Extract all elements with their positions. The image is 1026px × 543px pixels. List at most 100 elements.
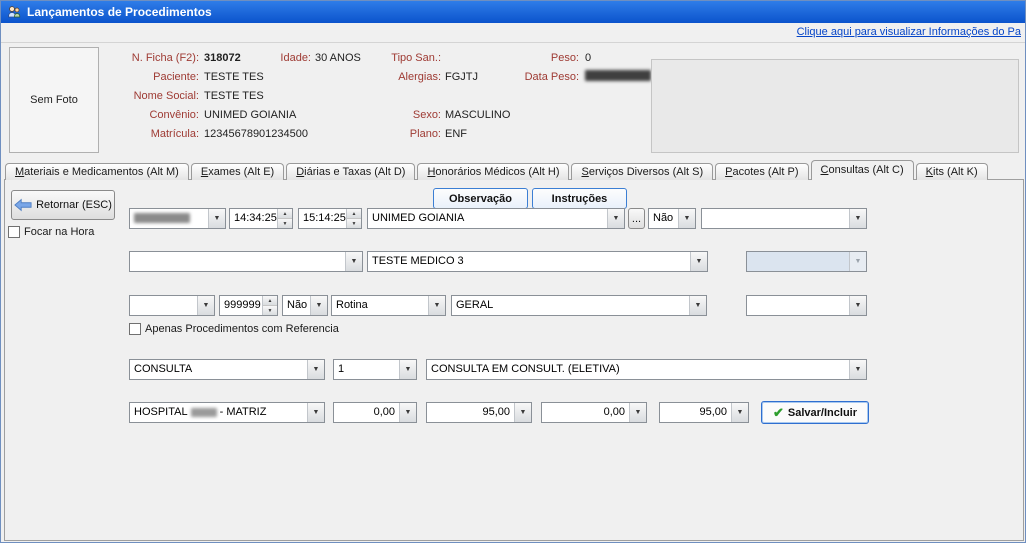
patient-weight-label: Peso: xyxy=(501,52,579,64)
dropdown-arrow-icon[interactable]: ▼ xyxy=(399,403,416,422)
spin-up-icon[interactable]: ▲ xyxy=(263,296,277,306)
dropdown-arrow-icon[interactable]: ▼ xyxy=(197,296,214,315)
observacao-button[interactable]: Observação xyxy=(433,188,528,209)
horario-esp-combo[interactable]: Não ▼ xyxy=(648,208,696,229)
procedimento-combo[interactable]: CONSULTA EM CONSULT. (ELETIVA) ▼ xyxy=(426,359,867,380)
tab-label: Serviços Diversos (Alt S) xyxy=(581,166,703,178)
spin-down-icon[interactable]: ▼ xyxy=(347,219,361,228)
tab-diarias-taxas[interactable]: Diárias e Taxas (Alt D) xyxy=(286,163,415,180)
unidade-combo[interactable]: HOSPITAL- MATRIZ ▼ xyxy=(129,402,325,423)
matricula-value xyxy=(747,252,849,271)
dropdown-arrow-icon[interactable]: ▼ xyxy=(345,252,362,271)
quant-dias-spinner[interactable]: 999999 ▲▼ xyxy=(219,295,278,316)
window-title: Lançamentos de Procedimentos xyxy=(27,5,212,19)
title-bar[interactable]: Lançamentos de Procedimentos xyxy=(1,1,1026,23)
tab-servicos-diversos[interactable]: Serviços Diversos (Alt S) xyxy=(571,163,713,180)
patient-registration-label: Matrícula: xyxy=(101,128,199,140)
patient-sex-value: MASCULINO xyxy=(445,109,510,121)
valor-convenio-value: 95,00 xyxy=(427,403,514,422)
prestador-combo[interactable]: ▼ xyxy=(129,251,363,272)
dropdown-arrow-icon[interactable]: ▼ xyxy=(208,209,225,228)
nome-medico-value: TESTE MEDICO 3 xyxy=(368,252,690,271)
instrucoes-button[interactable]: Instruções xyxy=(532,188,627,209)
nome-medico-combo[interactable]: TESTE MEDICO 3 ▼ xyxy=(367,251,708,272)
tab-consultas[interactable]: Consultas (Alt C) xyxy=(811,160,914,180)
checkbox-icon[interactable] xyxy=(129,323,141,335)
dropdown-arrow-icon[interactable]: ▼ xyxy=(399,360,416,379)
dropdown-arrow-icon[interactable]: ▼ xyxy=(849,209,866,228)
dropdown-arrow-icon[interactable]: ▼ xyxy=(428,296,445,315)
dropdown-arrow-icon[interactable]: ▼ xyxy=(514,403,531,422)
grupo-lancamento-combo[interactable]: ▼ xyxy=(701,208,867,229)
patient-age-value: 30 ANOS xyxy=(315,52,361,64)
hora-final-spinner[interactable]: 15:14:25 ▲▼ xyxy=(298,208,362,229)
patient-info-link[interactable]: Clique aqui para visualizar Informações … xyxy=(797,26,1021,38)
hora-inicial-spinner[interactable]: 14:34:25 ▲▼ xyxy=(229,208,293,229)
quant-dias-value: 999999 xyxy=(220,296,262,315)
valor-paciente-combo[interactable]: 0,00 ▼ xyxy=(541,402,647,423)
tab-exames[interactable]: Exames (Alt E) xyxy=(191,163,284,180)
dropdown-arrow-icon[interactable]: ▼ xyxy=(310,296,327,315)
patient-plan-label: Plano: xyxy=(361,128,441,140)
patient-social-name-value: TESTE TES xyxy=(204,90,264,102)
tab-materiais-medicamentos[interactable]: Materiais e Medicamentos (Alt M) xyxy=(5,163,189,180)
retornar-button[interactable]: Retornar (ESC) xyxy=(11,190,115,220)
apenas-referencia-checkbox[interactable]: Apenas Procedimentos com Referencia xyxy=(129,323,339,335)
tab-label: Pacotes (Alt P) xyxy=(725,166,798,178)
valor-total-combo[interactable]: 95,00 ▼ xyxy=(659,402,749,423)
salvar-incluir-label: Salvar/Incluir xyxy=(788,407,857,419)
origem-combo[interactable]: GERAL ▼ xyxy=(451,295,707,316)
dropdown-arrow-icon[interactable]: ▼ xyxy=(690,252,707,271)
prioridade-combo[interactable]: ▼ xyxy=(746,295,867,316)
patient-name-value: TESTE TES xyxy=(204,71,264,83)
tab-pacotes[interactable]: Pacotes (Alt P) xyxy=(715,163,808,180)
dropdown-arrow-icon[interactable]: ▼ xyxy=(849,360,866,379)
dropdown-arrow-icon[interactable]: ▼ xyxy=(629,403,646,422)
spin-down-icon[interactable]: ▼ xyxy=(278,219,292,228)
agendada-value: Não xyxy=(283,296,310,315)
patient-ficha-label: N. Ficha (F2): xyxy=(101,52,199,64)
spin-up-icon[interactable]: ▲ xyxy=(278,209,292,219)
retornar-button-label: Retornar (ESC) xyxy=(36,199,112,211)
ultima-consulta-combo[interactable]: ▼ xyxy=(129,295,215,316)
check-icon: ✔ xyxy=(773,406,784,419)
photo-placeholder-text: Sem Foto xyxy=(30,94,78,106)
data-f6-redacted-value xyxy=(130,209,208,228)
rotina-emergencia-combo[interactable]: Rotina ▼ xyxy=(331,295,446,316)
app-icon xyxy=(7,5,21,19)
codigo-proc-combo[interactable]: 1 ▼ xyxy=(333,359,417,380)
salvar-incluir-button[interactable]: ✔ Salvar/Incluir xyxy=(761,401,869,424)
spin-down-icon[interactable]: ▼ xyxy=(263,306,277,315)
patient-age-label: Idade: xyxy=(251,52,311,64)
procedures-window: Lançamentos de Procedimentos Clique aqui… xyxy=(0,0,1026,543)
patient-allergies-value: FGJTJ xyxy=(445,71,478,83)
dropdown-arrow-icon[interactable]: ▼ xyxy=(307,360,324,379)
historico-combo[interactable]: CONSULTA ▼ xyxy=(129,359,325,380)
dropdown-arrow-icon[interactable]: ▼ xyxy=(689,296,706,315)
focar-na-hora-checkbox[interactable]: Focar na Hora xyxy=(8,226,94,238)
total-ch-value: 0,00 xyxy=(334,403,399,422)
data-f6-combo[interactable]: ▼ xyxy=(129,208,226,229)
dropdown-arrow-icon[interactable]: ▼ xyxy=(307,403,324,422)
valor-convenio-combo[interactable]: 95,00 ▼ xyxy=(426,402,532,423)
total-ch-combo[interactable]: 0,00 ▼ xyxy=(333,402,417,423)
tab-label: Diárias e Taxas (Alt D) xyxy=(296,166,405,178)
dropdown-arrow-icon[interactable]: ▼ xyxy=(849,296,866,315)
instrucoes-button-label: Instruções xyxy=(552,193,608,205)
ultima-consulta-value xyxy=(130,296,197,315)
patient-weight-date-redacted-value xyxy=(585,70,651,81)
tab-honorarios-medicos[interactable]: Honorários Médicos (Alt H) xyxy=(417,163,569,180)
arrow-left-icon xyxy=(14,198,32,212)
procedimento-value: CONSULTA EM CONSULT. (ELETIVA) xyxy=(427,360,849,379)
dropdown-arrow-icon: ▼ xyxy=(849,252,866,271)
agendada-combo[interactable]: Não ▼ xyxy=(282,295,328,316)
convenio-combo[interactable]: UNIMED GOIANIA ▼ xyxy=(367,208,625,229)
tab-kits[interactable]: Kits (Alt K) xyxy=(916,163,988,180)
tab-label: Consultas (Alt C) xyxy=(821,164,904,176)
dropdown-arrow-icon[interactable]: ▼ xyxy=(678,209,695,228)
checkbox-icon[interactable] xyxy=(8,226,20,238)
dropdown-arrow-icon[interactable]: ▼ xyxy=(607,209,624,228)
dropdown-arrow-icon[interactable]: ▼ xyxy=(731,403,748,422)
spin-up-icon[interactable]: ▲ xyxy=(347,209,361,219)
convenio-ellipsis-button[interactable]: ... xyxy=(628,208,645,229)
